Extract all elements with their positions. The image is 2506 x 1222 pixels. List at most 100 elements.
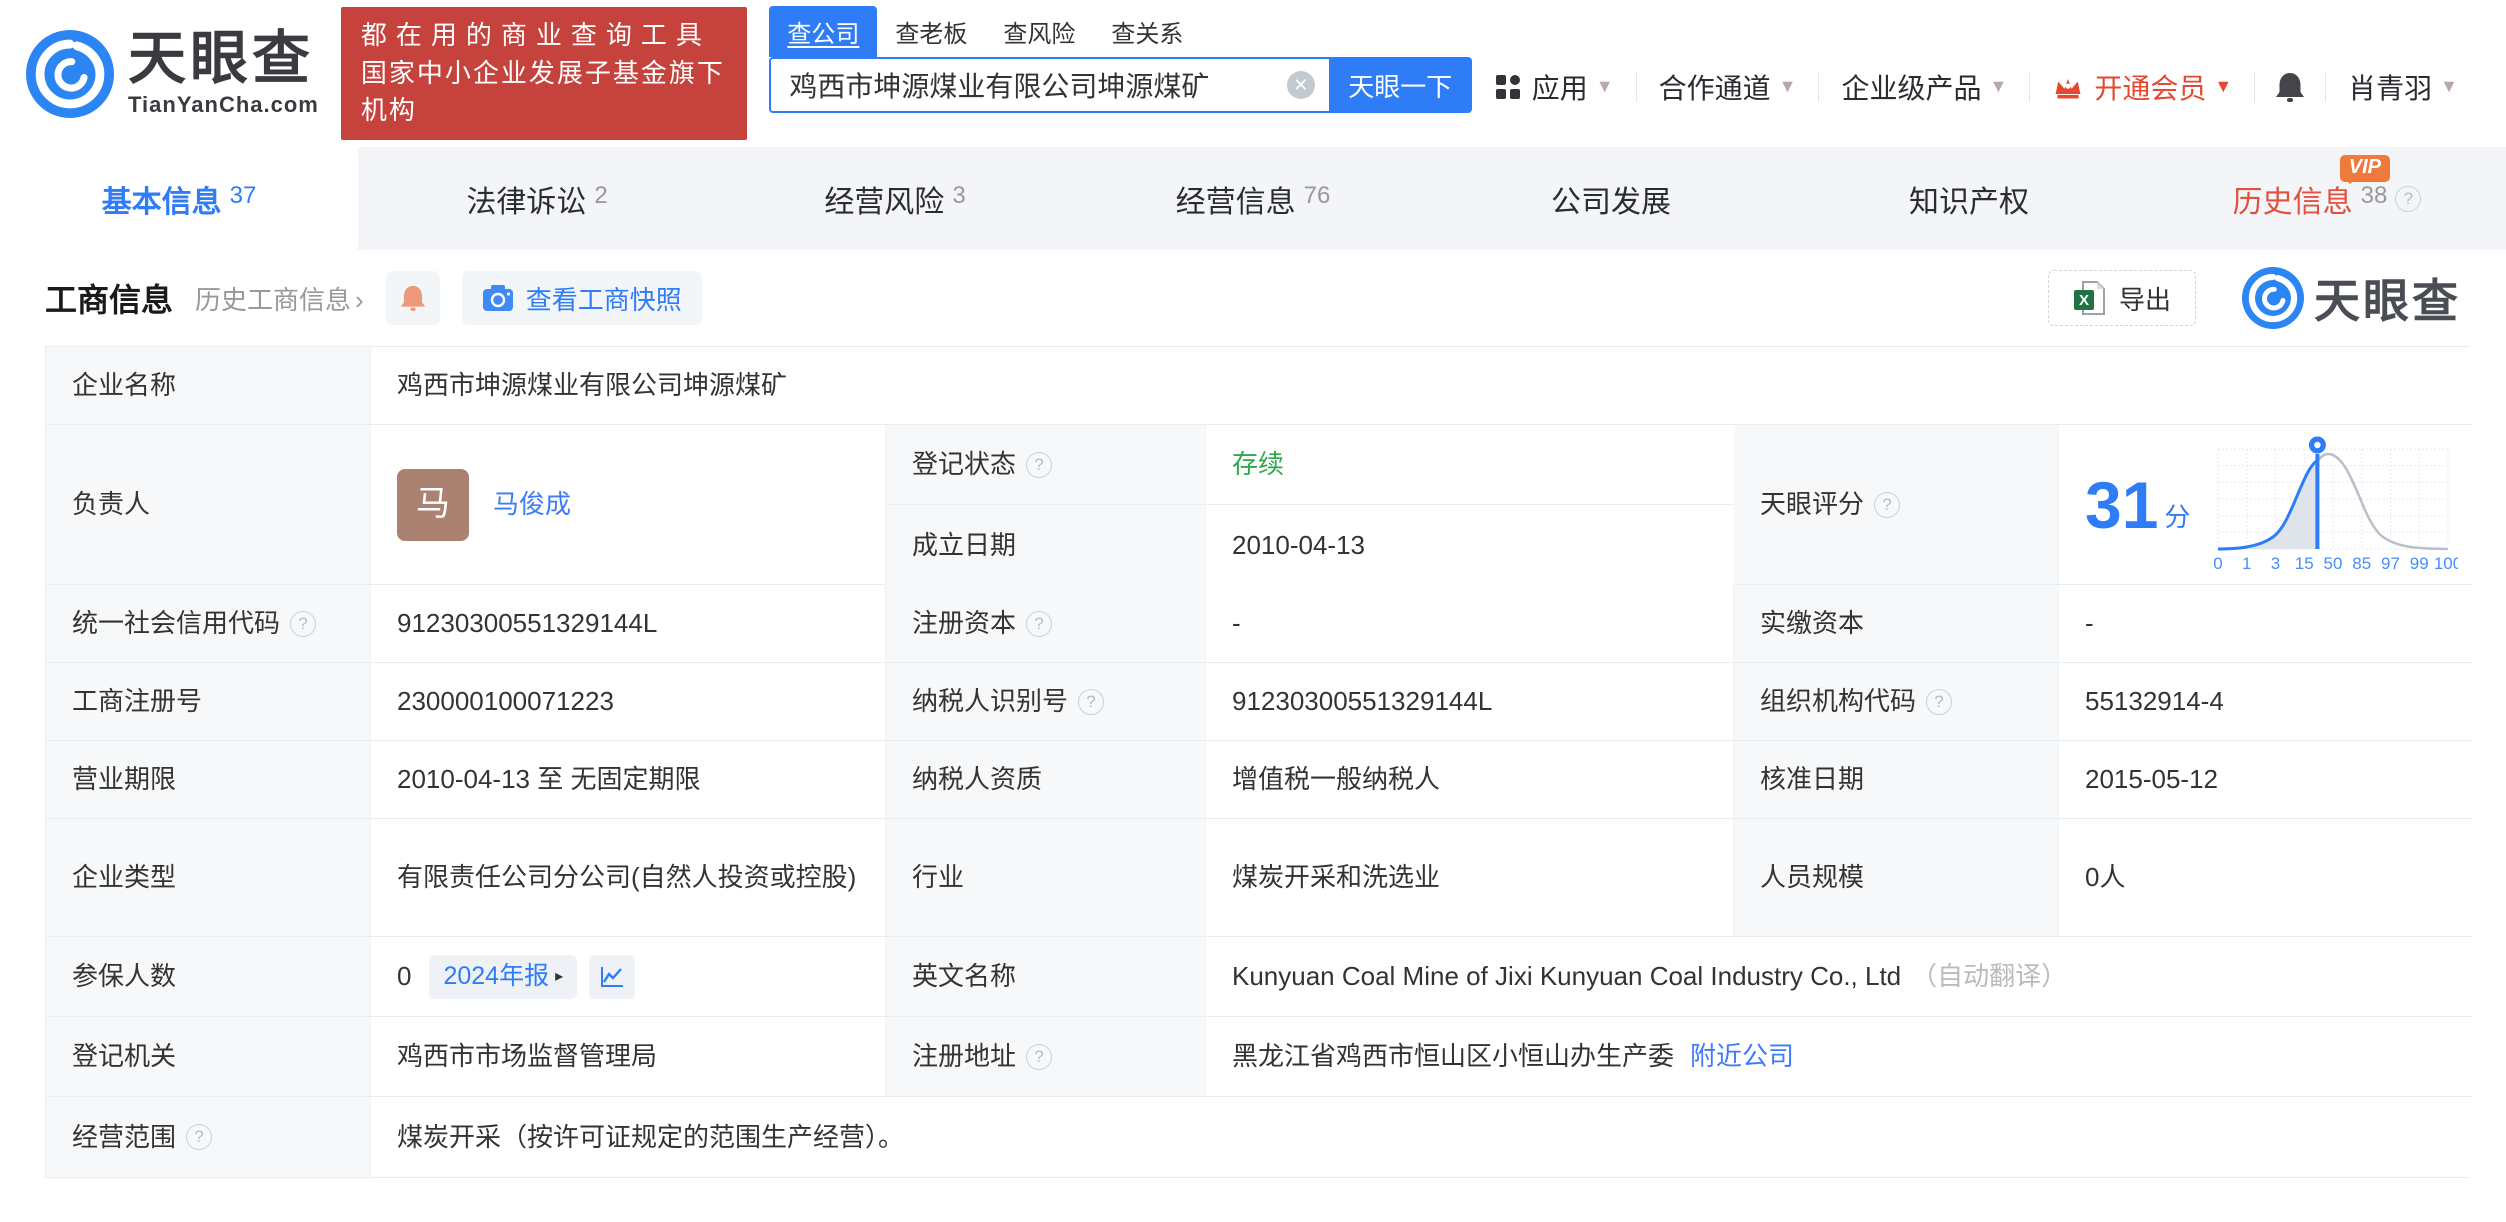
field-label-paid-capital: 实缴资本 (1734, 585, 2059, 663)
crown-icon (2052, 74, 2084, 100)
svg-text:50: 50 (2324, 554, 2343, 573)
help-icon[interactable]: ? (1026, 1043, 1053, 1070)
svg-text:0: 0 (2214, 554, 2223, 573)
chevron-right-icon: › (355, 284, 364, 315)
chevron-down-icon: ▼ (1778, 76, 1797, 96)
field-label-reg-number: 工商注册号 (46, 663, 371, 741)
export-button[interactable]: X 导出 (2047, 270, 2196, 326)
caret-right-icon: ▸ (555, 967, 564, 985)
notification-bell-icon[interactable] (2255, 70, 2325, 104)
line-chart-icon (601, 966, 624, 987)
help-icon[interactable]: ? (1926, 688, 1953, 715)
tab-operation-risk[interactable]: 经营风险 3 (716, 147, 1074, 250)
field-value-reg-status: 存续 (1206, 425, 1734, 505)
section-title: 工商信息 (45, 282, 174, 318)
field-value-legal-rep: 马 马俊成 (371, 425, 886, 585)
field-label-company-type: 企业类型 (46, 819, 371, 937)
field-label-company-name: 企业名称 (46, 347, 371, 425)
promo-banner: 都在用的商业查询工具 国家中小企业发展子基金旗下机构 (340, 6, 748, 141)
field-value-insured: 0 2024年报 ▸ (371, 937, 886, 1017)
help-icon[interactable]: ? (1026, 451, 1053, 478)
header: 天眼查 TianYanCha.com 都在用的商业查询工具 国家中小企业发展子基… (0, 0, 2506, 147)
svg-text:100: 100 (2434, 554, 2458, 573)
field-label-reg-address: 注册地址? (886, 1017, 1206, 1097)
svg-text:85: 85 (2353, 554, 2372, 573)
svg-text:99: 99 (2410, 554, 2429, 573)
search-tab-boss[interactable]: 查老板 (877, 6, 985, 57)
header-nav: 应用 ▼ 合作通道 ▼ 企业级产品 ▼ 开通会员 ▼ 肖青羽 ▼ (1472, 67, 2480, 107)
field-label-taxpayer-qual: 纳税人资质 (886, 741, 1206, 819)
field-label-business-term: 营业期限 (46, 741, 371, 819)
legal-rep-link[interactable]: 马俊成 (493, 485, 571, 524)
section-tabbar: 基本信息 37 法律诉讼 2 经营风险 3 经营信息 76 公司发展 知识产权 VIP … (0, 147, 2506, 250)
tab-basic-info[interactable]: 基本信息 37 (0, 147, 358, 250)
field-value-reg-number: 230000100071223 (371, 663, 886, 741)
field-label-insured: 参保人数 (46, 937, 371, 1017)
search-tab-risk[interactable]: 查风险 (985, 6, 1093, 57)
tab-intellectual-property[interactable]: 知识产权 (1790, 147, 2148, 250)
auto-translate-note: （自动翻译） (1911, 961, 2068, 991)
monitor-bell-button[interactable] (385, 271, 440, 325)
vip-badge: VIP (2339, 155, 2390, 184)
help-icon[interactable]: ? (186, 1124, 213, 1150)
annual-report-tag[interactable]: 2024年报 ▸ (429, 954, 578, 999)
score-distribution-chart: 0 1 3 15 50 85 97 99 100 (2214, 436, 2458, 573)
field-value-uscc: 91230300551329144L (371, 585, 886, 663)
nav-membership[interactable]: 开通会员 ▼ (2030, 67, 2254, 107)
field-label-taxpayer-id: 纳税人识别号? (886, 663, 1206, 741)
promo-line2: 国家中小企业发展子基金旗下机构 (360, 57, 725, 126)
field-label-reg-status: 登记状态? (886, 425, 1206, 505)
nav-apps[interactable]: 应用 ▼ (1472, 67, 1636, 107)
help-icon[interactable]: ? (1874, 491, 1901, 518)
chevron-down-icon: ▼ (1989, 76, 2008, 96)
field-label-approval-date: 核准日期 (1734, 741, 2059, 819)
help-icon[interactable]: ? (1078, 688, 1105, 715)
search-tab-company[interactable]: 查公司 (769, 6, 878, 57)
field-value-org-code: 55132914-4 (2059, 663, 2473, 741)
brand-domain: TianYanCha.com (128, 91, 319, 117)
tab-business-info[interactable]: 经营信息 76 (1074, 147, 1432, 250)
svg-text:1: 1 (2242, 554, 2251, 573)
tab-company-development[interactable]: 公司发展 (1432, 147, 1790, 250)
field-value-industry: 煤炭开采和洗选业 (1206, 819, 1734, 937)
chevron-down-icon: ▼ (2440, 76, 2458, 96)
search-input[interactable] (769, 57, 1329, 113)
field-value-taxpayer-id: 91230300551329144L (1206, 663, 1734, 741)
business-snapshot-button[interactable]: 查看工商快照 (461, 271, 702, 325)
clear-icon[interactable]: ✕ (1286, 71, 1315, 99)
user-menu[interactable]: 肖青羽 ▼ (2326, 67, 2480, 107)
field-value-paid-capital: - (2059, 585, 2473, 663)
field-label-establish-date: 成立日期 (886, 505, 1206, 585)
nearby-companies-link[interactable]: 附近公司 (1690, 1037, 1794, 1076)
search-tab-relation[interactable]: 查关系 (1093, 6, 1201, 57)
field-value-approval-date: 2015-05-12 (2059, 741, 2473, 819)
help-icon[interactable]: ? (2395, 185, 2422, 212)
svg-text:X: X (2079, 292, 2089, 309)
field-label-reg-capital: 注册资本? (886, 585, 1206, 663)
chevron-down-icon: ▼ (2214, 76, 2233, 96)
field-label-business-scope: 经营范围? (46, 1097, 371, 1177)
svg-text:97: 97 (2381, 554, 2400, 573)
field-value-english-name: Kunyuan Coal Mine of Jixi Kunyuan Coal I… (1206, 937, 2473, 1017)
nav-partner[interactable]: 合作通道 ▼ (1637, 67, 1819, 107)
apps-grid-icon (1494, 73, 1522, 101)
tab-history-info[interactable]: VIP 历史信息 38 ? (2148, 147, 2506, 250)
search-button[interactable]: 天眼一下 (1328, 57, 1472, 113)
promo-line1: 都在用的商业查询工具 (360, 19, 711, 50)
svg-text:15: 15 (2295, 554, 2314, 573)
tab-legal[interactable]: 法律诉讼 2 (358, 147, 716, 250)
tianyancha-logo[interactable]: 天眼查 TianYanCha.com (26, 29, 319, 118)
help-icon[interactable]: ? (290, 610, 317, 637)
field-label-org-code: 组织机构代码? (1734, 663, 2059, 741)
section-header: 工商信息 历史工商信息 › 查看工商快照 X 导出 天眼查 (45, 250, 2461, 346)
search-tabs: 查公司 查老板 查风险 查关系 (769, 6, 1471, 57)
bell-icon (400, 285, 425, 311)
history-business-info-link[interactable]: 历史工商信息 › (195, 280, 364, 317)
help-icon[interactable]: ? (1026, 610, 1053, 637)
trend-chart-button[interactable] (589, 954, 636, 999)
avatar[interactable]: 马 (397, 468, 469, 541)
field-value-score: 31 分 0 1 3 15 50 85 97 99 100 (2059, 425, 2473, 585)
field-label-english-name: 英文名称 (886, 937, 1206, 1017)
tianyancha-watermark-icon (2242, 267, 2304, 329)
nav-enterprise[interactable]: 企业级产品 ▼ (1819, 67, 2029, 107)
